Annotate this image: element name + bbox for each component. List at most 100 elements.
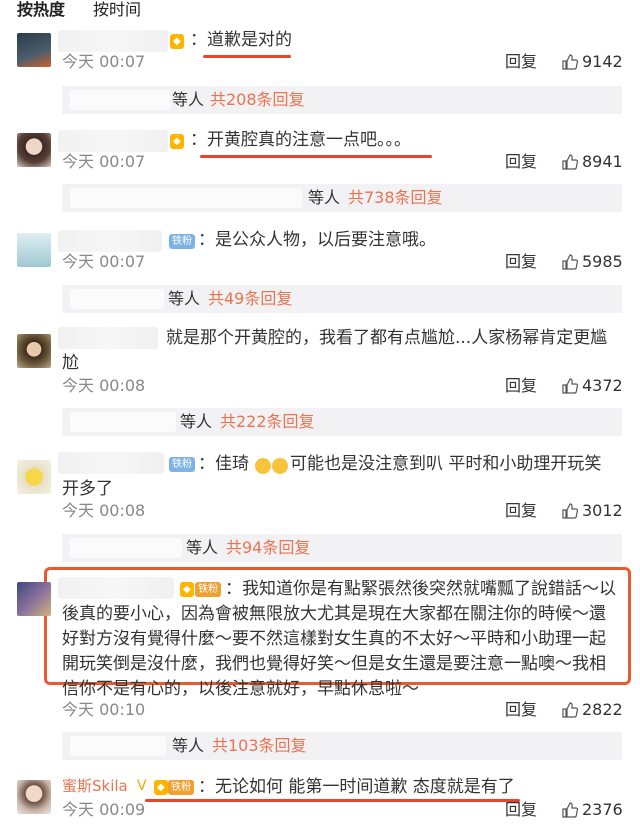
reply-button[interactable]: 回复 [505, 501, 537, 521]
comment-text-line3: 好對方沒有覺得什麼～要不然這樣對女生真的不太好～平時和小助理一起 [62, 629, 606, 649]
comment-text: ：无论如何 能第一时间道歉 态度就是有了 [198, 777, 515, 797]
replies-who: 等人 [168, 289, 201, 308]
like-button[interactable]: 5985 [562, 252, 623, 272]
tab-sort-by-hot[interactable]: 按热度 [17, 0, 65, 20]
replies-bar[interactable]: 等人 共208条回复 [62, 86, 622, 114]
reply-button[interactable]: 回复 [505, 700, 537, 720]
avatar[interactable] [17, 233, 51, 267]
fan-badge: 铁粉 [169, 234, 195, 249]
comment-time: 今天 00:08 [62, 501, 146, 520]
like-count: 2376 [582, 800, 623, 819]
replier-names-blurred [70, 188, 302, 208]
replies-count-link[interactable]: 共208条回复 [210, 90, 305, 110]
sort-tabs: 按热度 按时间 [0, 0, 640, 22]
username-blurred[interactable] [58, 130, 168, 152]
fan-badge: 铁粉 [169, 457, 195, 472]
replies-count-link[interactable]: 共222条回复 [220, 412, 315, 432]
comment-time: 今天 00:07 [62, 252, 146, 271]
comment-text: ：道歉是对的 [190, 30, 292, 50]
replies-who: 等人 [180, 412, 213, 431]
thumbs-up-icon [562, 802, 579, 818]
thumbs-up-icon [562, 254, 579, 270]
like-button[interactable]: 4372 [562, 376, 623, 396]
comment-text-line2: 後真的要小心，因為會被無限放大尤其是現在大家都在關注你的時候～還 [62, 604, 606, 624]
username-blurred[interactable] [58, 230, 162, 252]
comment-time: 今天 00:10 [62, 700, 146, 719]
comment-time: 今天 00:07 [62, 52, 146, 71]
replies-count-link[interactable]: 共103条回复 [212, 736, 307, 756]
highlight-underline [200, 155, 432, 158]
avatar[interactable] [17, 582, 51, 616]
avatar[interactable] [17, 33, 51, 67]
comment-text-line5: 信你不是有心的，以後注意就好，早點休息啦～ [62, 679, 419, 699]
like-button[interactable]: 2376 [562, 800, 623, 820]
replies-bar[interactable]: 等人 共222条回复 [62, 408, 622, 436]
reply-button[interactable]: 回复 [505, 800, 537, 820]
tab-sort-by-time[interactable]: 按时间 [93, 0, 141, 20]
comment-text-line1b: 可能也是没注意到叭 平时和小助理开玩笑 [290, 454, 602, 474]
avatar[interactable] [17, 334, 51, 368]
comment-text: ：开黄腔真的注意一点吧。。。 [190, 130, 411, 150]
like-button[interactable]: 9142 [562, 52, 623, 72]
username-blurred[interactable] [58, 30, 168, 52]
replies-bar[interactable]: 等人 共738条回复 [62, 184, 622, 212]
replier-names-blurred [70, 289, 164, 309]
like-count: 4372 [582, 376, 623, 395]
replies-who: 等人 [172, 90, 205, 109]
vip-badge-icon: ◆ [180, 582, 194, 597]
comment-time: 今天 00:09 [62, 800, 146, 819]
vip-badge-icon: ◆ [170, 134, 184, 149]
replies-count-link[interactable]: 共49条回复 [208, 289, 292, 309]
comment-text-line1: 就是那个开黄腔的，我看了都有点尴尬...人家杨幂肯定更尴 [166, 328, 608, 348]
replier-names-blurred [70, 90, 170, 110]
avatar[interactable] [17, 780, 51, 814]
comment-text-line4: 開玩笑倒是沒什麼，我們也覺得好笑～但是女生還是要注意一點噢～我相 [62, 654, 606, 674]
like-button[interactable]: 3012 [562, 501, 623, 521]
username-blurred[interactable] [58, 452, 164, 474]
replies-bar[interactable]: 等人 共49条回复 [62, 285, 622, 313]
thumbs-up-icon [562, 154, 579, 170]
thumbs-up-icon [562, 54, 579, 70]
like-count: 8941 [582, 152, 623, 171]
like-button[interactable]: 2822 [562, 700, 623, 720]
hug-emoji-icon [254, 457, 288, 476]
like-count: 2822 [582, 700, 623, 719]
comment-text-line2: 开多了 [62, 479, 113, 499]
thumbs-up-icon [562, 378, 579, 394]
highlight-underline [203, 55, 291, 58]
username[interactable]: 蜜斯Skila [62, 775, 128, 797]
comment-text-line1a: ：佳琦 [198, 454, 249, 474]
replies-who: 等人 [186, 538, 219, 557]
fan-badge: 铁粉 [168, 780, 194, 795]
highlight-underline [145, 799, 520, 802]
verified-v-icon: V [137, 778, 147, 794]
fan-badge: 铁粉 [195, 582, 221, 597]
thumbs-up-icon [562, 503, 579, 519]
replies-who: 等人 [172, 736, 205, 755]
replies-count-link[interactable]: 共738条回复 [348, 188, 443, 208]
reply-button[interactable]: 回复 [505, 52, 537, 72]
like-count: 9142 [582, 52, 623, 71]
reply-button[interactable]: 回复 [505, 252, 537, 272]
vip-badge-icon: ◆ [154, 780, 168, 795]
like-count: 3012 [582, 501, 623, 520]
replier-names-blurred [70, 412, 176, 432]
like-count: 5985 [582, 252, 623, 271]
replier-names-blurred [70, 736, 166, 756]
username-blurred[interactable] [58, 577, 174, 599]
comment-text-line2: 尬 [62, 353, 79, 373]
thumbs-up-icon [562, 702, 579, 718]
comment-text: ：是公众人物，以后要注意哦。 [198, 230, 436, 250]
comment-text-line1: ：我知道你是有點緊張然後突然就嘴瓢了說錯話～以 [225, 579, 616, 599]
username-blurred[interactable] [58, 327, 158, 349]
replies-count-link[interactable]: 共94条回复 [226, 538, 310, 558]
replies-bar[interactable]: 等人 共103条回复 [62, 732, 622, 760]
vip-badge-icon: ◆ [170, 34, 184, 49]
reply-button[interactable]: 回复 [505, 376, 537, 396]
reply-button[interactable]: 回复 [505, 152, 537, 172]
replies-bar[interactable]: 等人 共94条回复 [62, 534, 622, 562]
avatar[interactable] [17, 133, 51, 167]
replies-who: 等人 [308, 188, 341, 207]
like-button[interactable]: 8941 [562, 152, 623, 172]
avatar[interactable] [17, 460, 51, 494]
